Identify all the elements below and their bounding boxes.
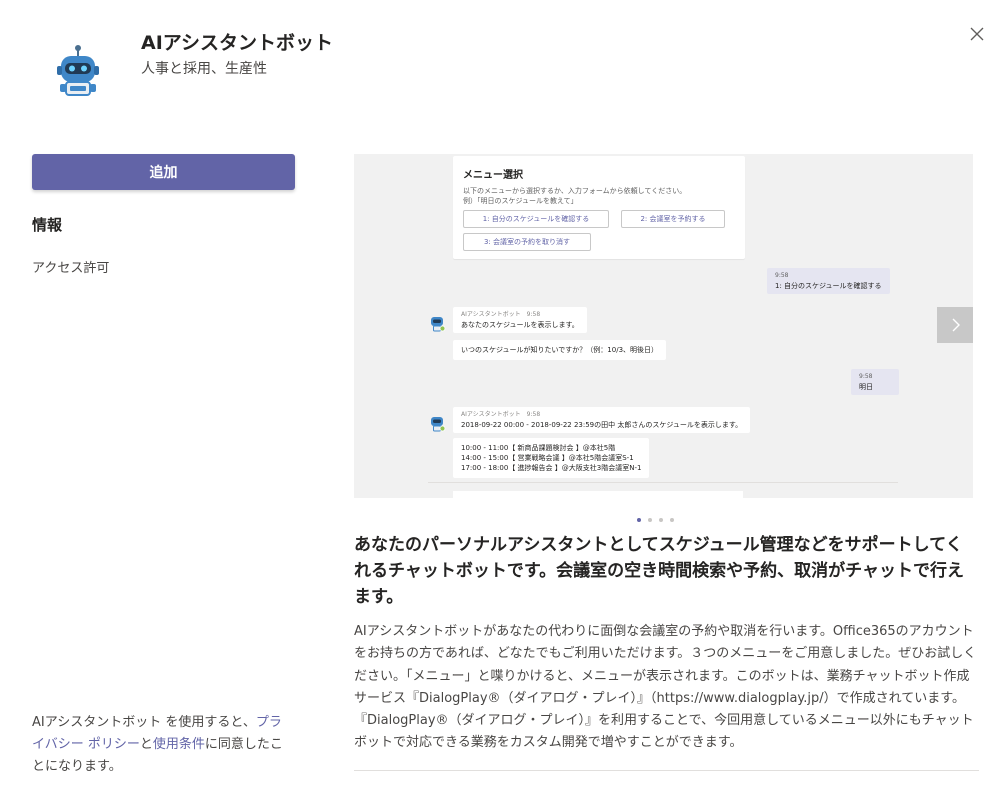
user-message: 9:58 1: 自分のスケジュールを確認する: [767, 268, 890, 294]
menu-option-button: 2: 会議室を予約する: [621, 210, 725, 228]
carousel-dot[interactable]: [670, 517, 674, 522]
description-body: AIアシスタントボットがあなたの代わりに面倒な会議室の予約や取消を行います。Of…: [354, 624, 977, 751]
schedule-item: 10:00 - 11:00【 新商品課題検討会 】@本社5階: [461, 444, 616, 452]
user-message-time: 9:58: [775, 272, 789, 279]
carousel-dot[interactable]: [637, 517, 641, 522]
app-header: AIアシスタントボット 人事と採用、生産性: [0, 0, 1008, 120]
section-divider: [354, 770, 979, 771]
close-icon: [970, 27, 984, 41]
consent-middle: と: [139, 737, 153, 752]
menu-desc-line-1: 以下のメニューから選択するか、入力フォームから依頼してください。: [463, 187, 687, 195]
bot-avatar-icon: [428, 314, 446, 332]
bot-sender: AIアシスタントボット: [461, 311, 521, 318]
bot-message-text: いつのスケジュールが知りたいですか？（例：10/3、明後日）: [461, 346, 659, 354]
robot-icon: [52, 44, 104, 100]
access-permissions-label: アクセス許可: [32, 261, 110, 276]
bot-message-text: 2018-09-22 00:00 - 2018-09-22 23:59の田中 太…: [461, 421, 743, 429]
menu-card: メニュー選択 以下のメニューから選択するか、入力フォームから依頼してください。 …: [453, 156, 745, 259]
consent-prefix: AIアシスタントボット を使用すると、: [32, 715, 256, 730]
schedule-item: 17:00 - 18:00【 進捗報告会 】@大阪支社3階会議室N-1: [461, 464, 642, 472]
menu-card-title: メニュー選択: [463, 170, 523, 181]
chat-divider: [428, 482, 898, 483]
menu-option-button: 1: 自分のスケジュールを確認する: [463, 210, 609, 228]
chevron-right-icon: [952, 318, 960, 332]
bot-time: 9:58: [526, 411, 541, 418]
sidebar: 追加 情報 アクセス許可: [32, 154, 295, 276]
carousel-dot[interactable]: [648, 517, 652, 522]
app-category: 人事と採用、生産性: [141, 61, 267, 77]
close-button[interactable]: [965, 22, 989, 46]
carousel-pagination: [637, 509, 681, 522]
menu-desc-line-2: 例）「明日のスケジュールを教えて」: [463, 197, 578, 205]
consent-text: AIアシスタントボット を使用すると、プライバシー ポリシーと使用条件に同意した…: [32, 712, 294, 778]
carousel-next-button[interactable]: [937, 307, 973, 343]
user-message-time: 9:58: [859, 373, 873, 380]
bot-message: AIアシスタントボット 9:58 2018-09-22 00:00 - 2018…: [453, 407, 751, 433]
menu-option-button: 3: 会議室の予約を取り消す: [463, 233, 591, 251]
carousel-dot[interactable]: [659, 517, 663, 522]
user-message: 9:58 明日: [851, 369, 899, 395]
screenshot-carousel[interactable]: メニュー選択 以下のメニューから選択するか、入力フォームから依頼してください。 …: [354, 154, 973, 498]
bot-sender: AIアシスタントボット: [461, 411, 521, 418]
bot-message: いつのスケジュールが知りたいですか？（例：10/3、明後日）: [453, 340, 667, 360]
bot-avatar-icon: [428, 414, 446, 432]
bot-message: AIアシスタントボット 9:58 あなたのスケジュールを表示します。: [453, 307, 587, 333]
user-message-text: 明日: [859, 383, 873, 391]
app-title: AIアシスタントボット: [141, 32, 334, 54]
bot-message-text: あなたのスケジュールを表示します。: [461, 321, 579, 329]
add-button[interactable]: 追加: [32, 154, 295, 190]
compose-card-edge: [453, 491, 743, 498]
menu-card-description: 以下のメニューから選択するか、入力フォームから依頼してください。 例）「明日のス…: [463, 186, 735, 206]
description-headline: あなたのパーソナルアシスタントとしてスケジュール管理などをサポートしてくれるチャ…: [354, 535, 964, 607]
schedule-card: 10:00 - 11:00【 新商品課題検討会 】@本社5階 14:00 - 1…: [453, 438, 650, 478]
terms-of-use-link[interactable]: 使用条件: [153, 737, 205, 752]
bot-time: 9:58: [526, 311, 541, 318]
user-message-text: 1: 自分のスケジュールを確認する: [775, 282, 882, 290]
schedule-item: 14:00 - 15:00【 営業戦略会議 】@本社5階会議室S-1: [461, 454, 634, 462]
info-heading: 情報: [32, 216, 63, 234]
